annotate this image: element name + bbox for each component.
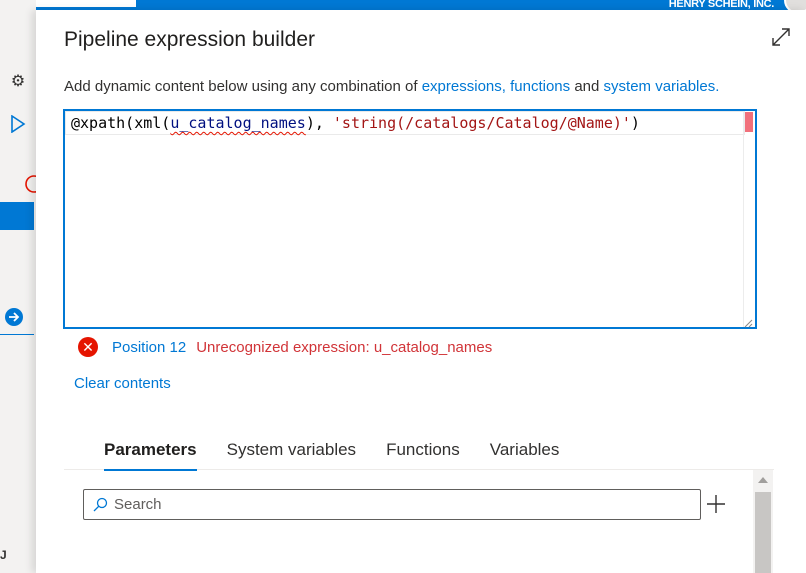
expression-editor[interactable]: @xpath(xml(u_catalog_names), 'string(/ca… — [63, 109, 757, 329]
org-name: HENRY SCHEIN, INC. — [668, 0, 775, 10]
background-app-sidebar: ⚙ J — [0, 0, 43, 573]
selected-item[interactable] — [0, 202, 34, 230]
tab-functions[interactable]: Functions — [386, 436, 460, 470]
partial-glyph: J — [0, 548, 7, 562]
expand-icon[interactable] — [770, 26, 792, 48]
token-separator: ), — [305, 114, 333, 132]
token-invalid-identifier: u_catalog_names — [170, 114, 306, 132]
clear-contents-link[interactable]: Clear contents — [74, 375, 171, 392]
tab-bar: Parameters System variables Functions Va… — [64, 436, 774, 471]
search-icon — [93, 497, 108, 511]
error-marker — [745, 112, 753, 132]
error-position[interactable]: Position 12 — [112, 339, 186, 356]
play-icon[interactable] — [8, 114, 28, 135]
search-box[interactable] — [83, 489, 701, 520]
tab-system-variables[interactable]: System variables — [227, 436, 356, 470]
editor-scrollbar[interactable] — [743, 111, 755, 327]
package-icon[interactable]: ⚙ — [8, 72, 28, 92]
description-middle: and — [570, 78, 604, 95]
description-prefix: Add dynamic content below using any comb… — [64, 78, 422, 95]
search-input[interactable] — [114, 496, 674, 513]
token-function: @xpath(xml( — [71, 114, 171, 132]
expression-builder-panel: Pipeline expression builder Add dynamic … — [36, 10, 806, 573]
resize-handle-icon[interactable] — [743, 315, 753, 328]
expression-line[interactable]: @xpath(xml(u_catalog_names), 'string(/ca… — [71, 114, 640, 132]
system-variables-link[interactable]: system variables. — [604, 78, 720, 95]
tab-parameters[interactable]: Parameters — [104, 436, 197, 471]
tab-variables[interactable]: Variables — [490, 436, 560, 470]
app-top-bar: HENRY SCHEIN, INC. — [0, 0, 806, 14]
error-icon: ✕ — [78, 337, 98, 357]
arrow-right-circle-icon[interactable] — [4, 307, 24, 327]
functions-link[interactable]: functions — [510, 78, 570, 95]
scroll-thumb[interactable] — [755, 492, 771, 573]
scroll-up-icon[interactable] — [758, 477, 768, 483]
panel-title: Pipeline expression builder — [64, 28, 315, 51]
token-close: ) — [630, 114, 640, 132]
expressions-link[interactable]: expressions, — [422, 78, 506, 95]
divider — [0, 334, 34, 335]
add-icon[interactable] — [704, 492, 728, 516]
error-message: Unrecognized expression: u_catalog_names — [196, 338, 493, 356]
panel-description: Add dynamic content below using any comb… — [64, 78, 719, 95]
token-string: 'string(/catalogs/Catalog/@Name)' — [332, 114, 631, 132]
error-row: ✕ Position 12 Unrecognized expression: u… — [78, 336, 492, 358]
panel-scrollbar[interactable] — [753, 470, 773, 573]
